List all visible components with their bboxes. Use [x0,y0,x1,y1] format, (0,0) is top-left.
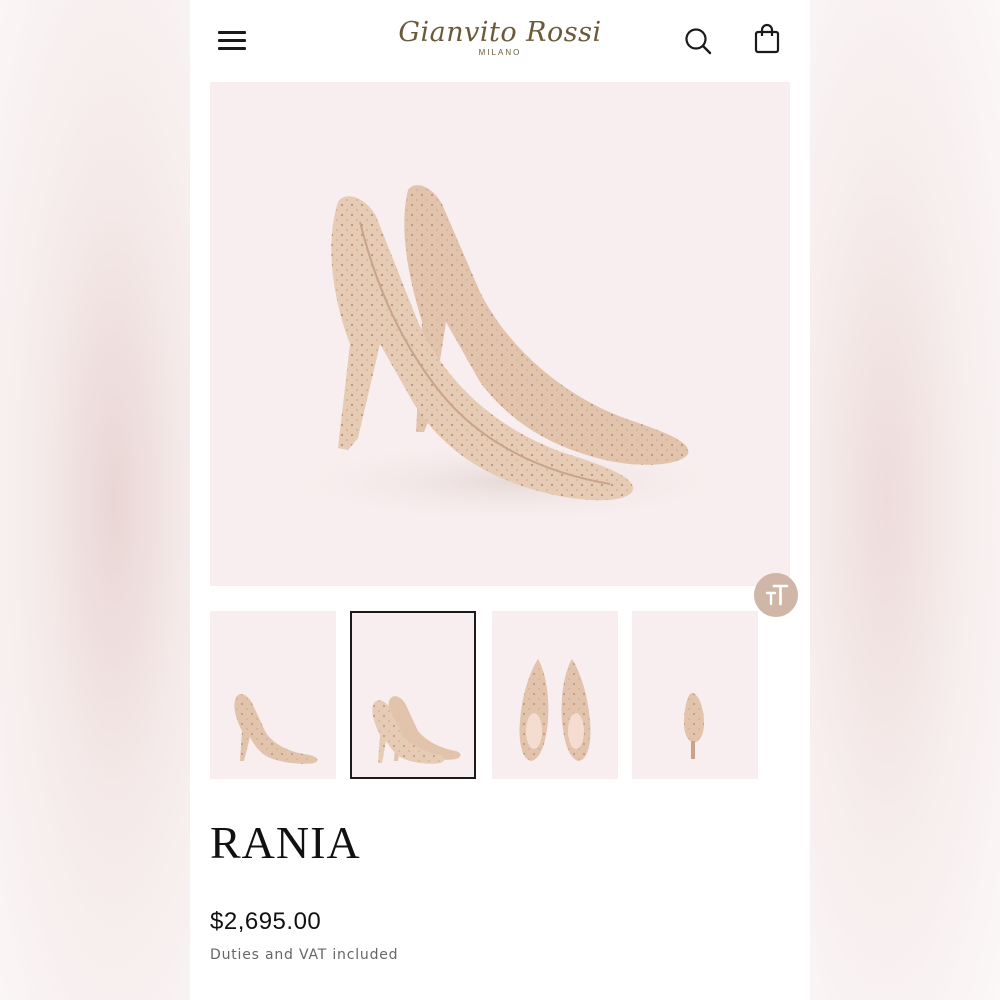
blurred-backdrop-left [0,0,190,1000]
tax-note: Duties and VAT included [210,947,399,963]
brand-logo-subtitle: MILANO [478,48,522,57]
blurred-backdrop-right [810,0,1000,1000]
shopping-bag-icon[interactable] [750,22,786,58]
site-header: Gianvito Rossi MILANO [190,0,810,80]
brand-logo[interactable]: Gianvito Rossi MILANO [370,18,630,58]
product-price: $2,695.00 [210,908,322,935]
search-icon[interactable] [680,24,716,60]
thumbnail-pair-view[interactable] [350,611,476,779]
product-name: RANIA [210,817,361,868]
thumbnail-side-view[interactable] [210,611,336,779]
main-product-image[interactable] [210,82,790,586]
hamburger-menu-icon[interactable] [216,26,248,54]
thumbnail-strip [210,611,770,781]
thumbnail-top-view[interactable] [492,611,618,779]
brand-logo-script: Gianvito Rossi [398,17,602,48]
thumbnail-back-view[interactable] [632,611,758,779]
product-page: Gianvito Rossi MILANO RANIA $2,695.00 Du… [190,0,810,1000]
